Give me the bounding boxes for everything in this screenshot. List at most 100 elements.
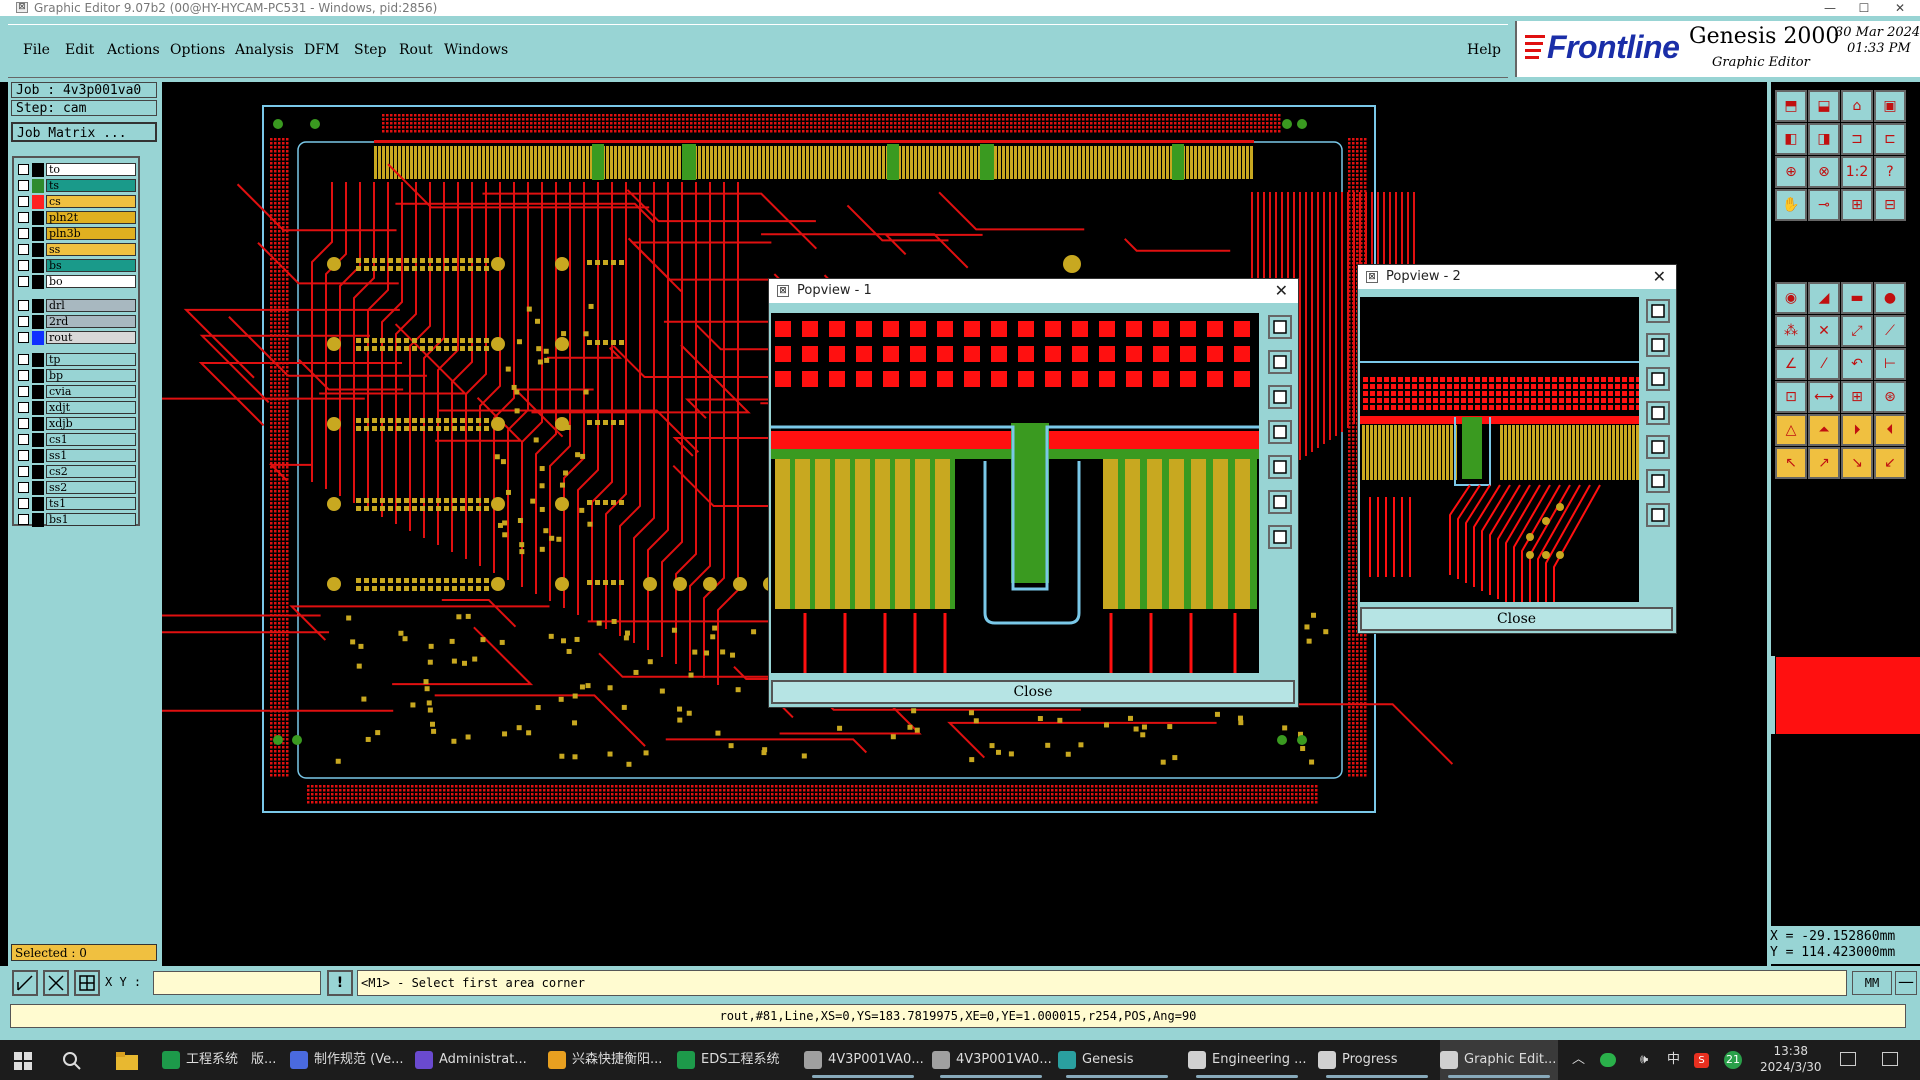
tool-button-27[interactable]: ↶: [1841, 348, 1873, 380]
layer-row-xdjb[interactable]: xdjb: [16, 417, 136, 431]
layer-name[interactable]: rout: [46, 331, 136, 344]
layer-row-drl[interactable]: drl: [16, 299, 136, 313]
layer-checkbox[interactable]: [18, 300, 29, 311]
menu-actions[interactable]: Actions: [107, 42, 160, 58]
clock[interactable]: 13:38 2024/3/30: [1760, 1043, 1822, 1075]
exclamation-button[interactable]: !: [327, 970, 353, 996]
popview-1-tool-6[interactable]: [1268, 490, 1292, 514]
layer-color-swatch[interactable]: [32, 195, 44, 209]
tool-button-10[interactable]: ⊗: [1808, 156, 1840, 188]
tool-button-38[interactable]: ↗: [1808, 447, 1840, 479]
layer-color-swatch[interactable]: [32, 417, 44, 431]
layer-color-swatch[interactable]: [32, 163, 44, 177]
layer-row-cvia[interactable]: cvia: [16, 385, 136, 399]
tool-button-11[interactable]: 1:2: [1841, 156, 1873, 188]
tool-button-15[interactable]: ⊞: [1841, 189, 1873, 221]
layer-name[interactable]: xdjt: [46, 401, 136, 414]
popview-2-tool-6[interactable]: [1646, 469, 1670, 493]
grid-button[interactable]: [74, 970, 100, 996]
tool-button-34[interactable]: ⏶: [1808, 414, 1840, 446]
layer-color-swatch[interactable]: [32, 259, 44, 273]
layer-row-to[interactable]: to: [16, 163, 136, 177]
layer-row-tp[interactable]: tp: [16, 353, 136, 367]
desktop-icon[interactable]: [1840, 1052, 1856, 1066]
taskbar-app-5[interactable]: EDS工程系统: [677, 1040, 795, 1080]
layer-color-swatch[interactable]: [32, 299, 44, 313]
tool-button-31[interactable]: ⊞: [1841, 381, 1873, 413]
layer-color-swatch[interactable]: [32, 513, 44, 527]
popview-1-tool-7[interactable]: [1268, 525, 1292, 549]
layer-name[interactable]: to: [46, 163, 136, 176]
menu-file[interactable]: File: [23, 42, 50, 58]
layer-color-swatch[interactable]: [32, 433, 44, 447]
notifications-icon[interactable]: [1882, 1052, 1898, 1066]
layer-name[interactable]: bo: [46, 275, 136, 288]
tool-button-29[interactable]: ⊡: [1775, 381, 1807, 413]
layer-row-2rd[interactable]: 2rd: [16, 315, 136, 329]
menu-rout[interactable]: Rout: [399, 42, 433, 58]
layer-name[interactable]: cvia: [46, 385, 136, 398]
layer-checkbox[interactable]: [18, 332, 29, 343]
layer-name[interactable]: 2rd: [46, 315, 136, 328]
taskbar-app-3[interactable]: Administrat...: [415, 1040, 533, 1080]
tool-button-21[interactable]: ⁂: [1775, 315, 1807, 347]
snap-mode-button[interactable]: [12, 970, 38, 996]
tool-button-20[interactable]: ●: [1874, 282, 1906, 314]
units-button[interactable]: MM: [1852, 971, 1892, 995]
tool-button-1[interactable]: ⬒: [1775, 90, 1807, 122]
layer-checkbox[interactable]: [18, 260, 29, 271]
layer-checkbox[interactable]: [18, 228, 29, 239]
tool-button-39[interactable]: ↘: [1841, 447, 1873, 479]
maximize-button[interactable]: ☐: [1849, 0, 1879, 16]
layer-checkbox[interactable]: [18, 482, 29, 493]
color-swatch[interactable]: [1775, 656, 1920, 736]
popview-1-close-icon[interactable]: ✕: [1275, 279, 1288, 303]
layer-color-swatch[interactable]: [32, 449, 44, 463]
popview-1-tool-4[interactable]: [1268, 420, 1292, 444]
popview-2-tool-7[interactable]: [1646, 503, 1670, 527]
layer-name[interactable]: drl: [46, 299, 136, 312]
layer-name[interactable]: cs: [46, 195, 136, 208]
layer-color-swatch[interactable]: [32, 315, 44, 329]
tool-button-8[interactable]: ⊏: [1874, 123, 1906, 155]
popview-1-tool-5[interactable]: [1268, 455, 1292, 479]
layer-color-swatch[interactable]: [32, 465, 44, 479]
minimize-button[interactable]: —: [1815, 0, 1845, 16]
tool-button-9[interactable]: ⊕: [1775, 156, 1807, 188]
layer-row-xdjt[interactable]: xdjt: [16, 401, 136, 415]
layer-color-swatch[interactable]: [32, 385, 44, 399]
tool-button-12[interactable]: ?: [1874, 156, 1906, 188]
layer-name[interactable]: cs1: [46, 433, 136, 446]
layer-checkbox[interactable]: [18, 244, 29, 255]
taskbar-app-7[interactable]: 4V3P001VA0...: [932, 1040, 1052, 1080]
taskbar-app-4[interactable]: 兴森快捷衡阳...: [548, 1040, 666, 1080]
layer-name[interactable]: tp: [46, 353, 136, 366]
tool-button-30[interactable]: ⟷: [1808, 381, 1840, 413]
menu-analysis[interactable]: Analysis: [235, 42, 294, 58]
layer-checkbox[interactable]: [18, 180, 29, 191]
menu-help[interactable]: Help: [1467, 42, 1501, 58]
tool-button-40[interactable]: ↙: [1874, 447, 1906, 479]
layer-name[interactable]: ss2: [46, 481, 136, 494]
sogou-icon[interactable]: S: [1694, 1053, 1709, 1068]
volume-icon[interactable]: 🕪: [1640, 1040, 1648, 1080]
layer-checkbox[interactable]: [18, 514, 29, 525]
popview-1-tool-3[interactable]: [1268, 385, 1292, 409]
tool-button-35[interactable]: ⏵: [1841, 414, 1873, 446]
layer-checkbox[interactable]: [18, 450, 29, 461]
layer-row-pln3b[interactable]: pln3b: [16, 227, 136, 241]
close-button[interactable]: ✕: [1885, 0, 1915, 16]
popview-2-close-icon[interactable]: ✕: [1653, 265, 1666, 289]
layer-row-ts1[interactable]: ts1: [16, 497, 136, 511]
layer-color-swatch[interactable]: [32, 401, 44, 415]
layer-name[interactable]: ts1: [46, 497, 136, 510]
layer-checkbox[interactable]: [18, 164, 29, 175]
layer-color-swatch[interactable]: [32, 369, 44, 383]
tool-button-22[interactable]: ✕: [1808, 315, 1840, 347]
taskbar-app-10[interactable]: Progress: [1318, 1040, 1436, 1080]
wechat-icon[interactable]: [1600, 1053, 1616, 1067]
tool-button-7[interactable]: ⊐: [1841, 123, 1873, 155]
layer-row-ss1[interactable]: ss1: [16, 449, 136, 463]
menu-windows[interactable]: Windows: [444, 42, 508, 58]
popview-1-tool-1[interactable]: [1268, 315, 1292, 339]
